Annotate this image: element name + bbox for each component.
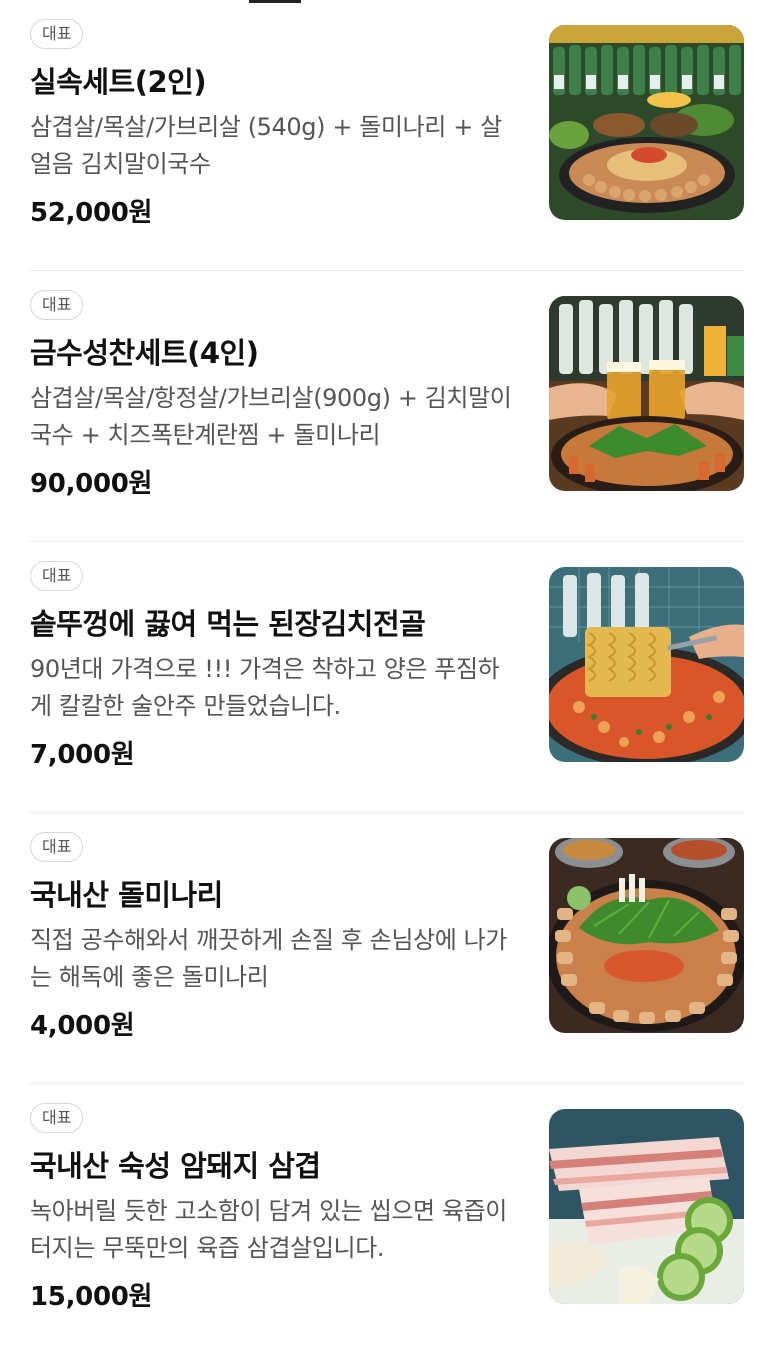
signature-badge: 대표 xyxy=(30,290,84,320)
signature-badge: 대표 xyxy=(30,832,84,862)
menu-item-price: 4,000원 xyxy=(30,1011,135,1041)
menu-item[interactable]: 대표 국내산 돌미나리 직접 공수해와서 깨끗하게 손질 후 손님상에 나가는 … xyxy=(0,813,773,1084)
menu-item-price: 52,000원 xyxy=(30,198,153,228)
menu-item-name: 솥뚜껑에 끓여 먹는 된장김치전골 xyxy=(30,607,426,641)
stew-noodle-photo[interactable] xyxy=(549,567,744,762)
menu-item[interactable]: 대표 국내산 숙성 암돼지 삼겹 녹아버릴 듯한 고소함이 담겨 있는 씹으면 … xyxy=(0,1084,773,1355)
menu-item-description: 녹아버릴 듯한 고소함이 담겨 있는 씹으면 육즙이 터지는 무뚝만의 육즙 삼… xyxy=(30,1197,507,1262)
menu-item-name: 실속세트(2인) xyxy=(30,65,207,99)
menu-item-description: 직접 공수해와서 깨끗하게 손질 후 손님상에 나가는 해독에 좋은 돌미나리 xyxy=(30,926,507,991)
beer-toast-bbq-photo[interactable] xyxy=(549,296,744,491)
menu-item-description: 삼겹살/목살/항정살/가브리살(900g) + 김치말이국수 + 치즈폭탄계란찜… xyxy=(30,384,512,449)
menu-item-price: 7,000원 xyxy=(30,740,135,770)
menu-item[interactable]: 대표 솥뚜껑에 끓여 먹는 된장김치전골 90년대 가격으로 !!! 가격은 착… xyxy=(0,542,773,813)
menu-item-name: 국내산 숙성 암돼지 삼겹 xyxy=(30,1149,321,1183)
signature-badge: 대표 xyxy=(30,561,84,591)
menu-item-description: 삼겹살/목살/가브리살 (540g) + 돌미나리 + 살얼음 김치말이국수 xyxy=(30,113,502,178)
menu-item-price: 15,000원 xyxy=(30,1282,153,1312)
bbq-set-photo[interactable] xyxy=(549,25,744,220)
signature-badge: 대표 xyxy=(30,1103,84,1133)
pork-belly-photo[interactable] xyxy=(549,1109,744,1304)
menu-item[interactable]: 대표 금수성찬세트(4인) 삼겹살/목살/항정살/가브리살(900g) + 김치… xyxy=(0,271,773,542)
menu-item-price: 90,000원 xyxy=(30,469,153,499)
menu-list: 대표 실속세트(2인) 삼겹살/목살/가브리살 (540g) + 돌미나리 + … xyxy=(0,0,773,1355)
menu-item-name: 금수성찬세트(4인) xyxy=(30,336,259,370)
signature-badge: 대표 xyxy=(30,19,84,49)
menu-item[interactable]: 대표 실속세트(2인) 삼겹살/목살/가브리살 (540g) + 돌미나리 + … xyxy=(0,0,773,271)
water-parsley-grill-photo[interactable] xyxy=(549,838,744,1033)
menu-item-description: 90년대 가격으로 !!! 가격은 착하고 양은 푸짐하게 칼칼한 술안주 만들… xyxy=(30,655,500,720)
menu-item-name: 국내산 돌미나리 xyxy=(30,878,223,912)
